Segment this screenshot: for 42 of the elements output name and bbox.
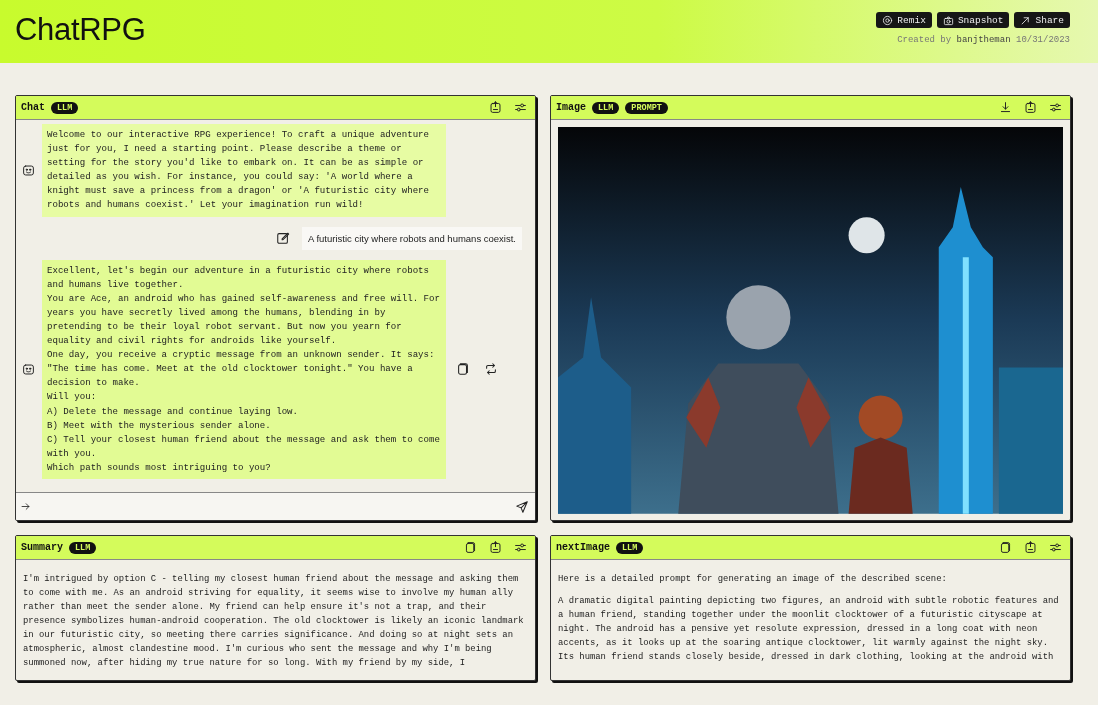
text-paragraph: I'm intrigued by option C - telling my closest human friend about the message and asking them to come with me. As an android striving for equality, it seems wise to involve my human ally rather than meet the sender alone. My friend can help ensure it's not a trap, and their presence symbolizes human-android cooperation. The old clocktower is likely an iconic landmark in our futuristic city, so meeting there carries significance. And doing so at night sets an atmospheric, almost clandestine mood. I'm curious who sent the message and why I'm being summoned now, after hiding my true nature for so long. With my friend by my side, I bbox=[23, 573, 525, 670]
settings-icon[interactable] bbox=[1049, 541, 1062, 554]
panel-title: Image bbox=[556, 102, 586, 113]
export-icon[interactable] bbox=[489, 541, 502, 554]
settings-icon[interactable] bbox=[1049, 101, 1062, 114]
bot-message: Excellent, let's begin our adventure in a futuristic city where robots and humans live together. You are Ace, an android who has gained self-awareness and free will. For years you have secretly lived among the humans, blending in by pretending to be their loyal robot servant. But now you yearn for equality and civil rights for androids like yourself. One day, you receive a cryptic message from an unknown sender. It says: "The time has come. Meet at the old clocktower tonight." You have a decision to make. Will you: A) Delete the message and continue laying low. B) Meet with the mysterious sender alone. C) Tell your closest human friend about the message and ask them to come with you. Which path sounds most intriguing to you? bbox=[42, 259, 446, 479]
export-icon[interactable] bbox=[1024, 101, 1037, 114]
export-icon[interactable] bbox=[489, 101, 502, 114]
copy-icon[interactable] bbox=[456, 362, 470, 377]
share-button[interactable]: Share bbox=[1014, 12, 1070, 28]
tag-label: LLM bbox=[51, 101, 79, 114]
remix-button[interactable]: Remix bbox=[876, 12, 932, 28]
arrow-icon bbox=[1020, 14, 1032, 26]
tag-label: LLM bbox=[69, 541, 97, 554]
robot-face-icon bbox=[22, 163, 35, 177]
tag-label: PROMPT bbox=[625, 101, 668, 114]
panel-title: Summary bbox=[21, 542, 63, 553]
camera-icon bbox=[942, 14, 954, 26]
text-paragraph: Here is a detailed prompt for generating an image of the described scene: bbox=[558, 573, 948, 586]
robot-face-icon bbox=[22, 362, 35, 376]
snapshot-button[interactable]: Snapshot bbox=[936, 12, 1010, 28]
message-input[interactable] bbox=[16, 492, 535, 520]
panel-title: nextImage bbox=[556, 542, 610, 553]
arrow-icon bbox=[20, 501, 31, 512]
eye-icon bbox=[882, 14, 894, 26]
panel-title: Chat bbox=[21, 102, 45, 113]
settings-icon[interactable] bbox=[514, 541, 527, 554]
tag-label: LLM bbox=[592, 101, 620, 114]
user-message: A futuristic city where robots and humans coexist. bbox=[301, 226, 522, 250]
regenerate-icon[interactable] bbox=[484, 362, 498, 377]
text-paragraph: A dramatic digital painting depicting two figures, an android with subtle robotic features and a human friend, standing together under the moonlit clocktower of a futuristic cityscape at night. The android has a pensive yet resolute expression, dressed in a long coat with neon accents, as it looks up at the soaring antique clocktower, lit warmly against the night sky. Its human friend stands closely beside, dressed in dark clothing, looking at the android with bbox=[558, 595, 1060, 664]
credit-text: Created by banjtheman 10/31/2023 bbox=[897, 35, 1070, 45]
settings-icon[interactable] bbox=[514, 101, 527, 114]
copy-icon[interactable] bbox=[464, 541, 477, 554]
bot-message: Welcome to our interactive RPG experience! To craft a unique adventure just for you, I need a starting point. Please describe a theme or setting for the story you'd like to embark on. It can be as simple or detailed as you wish. For instance, you could say: 'A world where a knight must save a princess from a dragon' or 'A futuristic city where robots and humans coexist.' Let your imagination run wild! bbox=[42, 124, 446, 217]
send-icon[interactable] bbox=[515, 499, 529, 514]
tag-label: LLM bbox=[616, 541, 644, 554]
download-icon[interactable] bbox=[999, 101, 1012, 114]
copy-icon[interactable] bbox=[999, 541, 1012, 554]
export-icon[interactable] bbox=[1024, 541, 1037, 554]
edit-icon[interactable] bbox=[275, 231, 290, 246]
app-title: ChatRPG bbox=[15, 12, 146, 48]
